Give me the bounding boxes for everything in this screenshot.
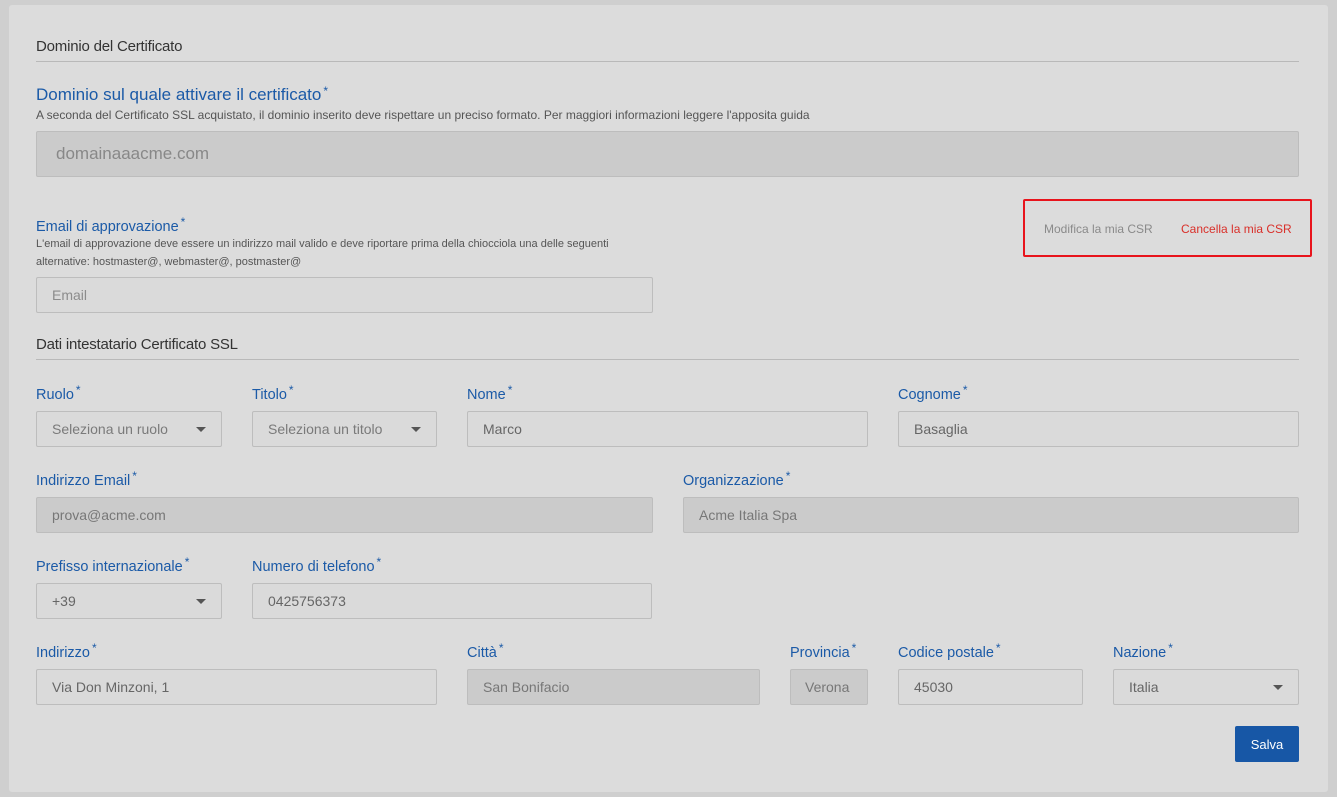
required-mark: * — [288, 383, 294, 397]
titolo-select-value: Seleziona un titolo — [268, 421, 383, 437]
csr-actions-box: Modifica la mia CSR Cancella la mia CSR — [1023, 199, 1312, 257]
required-mark: * — [785, 469, 791, 483]
save-button[interactable]: Salva — [1235, 726, 1299, 762]
indirizzo-input[interactable]: Via Don Minzoni, 1 — [36, 669, 437, 705]
nazione-label: Nazione * — [1113, 641, 1173, 661]
nome-input-value: Marco — [483, 421, 522, 437]
required-mark: * — [498, 641, 504, 655]
required-mark: * — [75, 383, 81, 397]
nazione-select[interactable]: Italia — [1113, 669, 1299, 705]
required-mark: * — [1168, 641, 1173, 655]
chevron-down-icon — [196, 427, 206, 432]
edit-csr-link[interactable]: Modifica la mia CSR — [1044, 222, 1153, 236]
telefono-input-value: 0425756373 — [268, 593, 346, 609]
approval-email-help-line: alternative: hostmaster@, webmaster@, po… — [36, 256, 302, 268]
ruolo-select-value: Seleziona un ruolo — [52, 421, 168, 437]
indirizzo-label: Indirizzo * — [36, 641, 97, 661]
organizzazione-label: Organizzazione * — [683, 469, 791, 489]
section-title-holder: Dati intestatario Certificato SSL — [36, 336, 238, 353]
approval-email-help: L'email di approvazione deve essere un i… — [36, 235, 736, 271]
chevron-down-icon — [196, 599, 206, 604]
organizzazione-value: Acme Italia Spa — [699, 507, 798, 523]
approval-email-input[interactable]: Email — [36, 277, 653, 313]
required-mark: * — [962, 383, 968, 397]
section-divider — [36, 61, 1299, 62]
citta-input-value: San Bonifacio — [483, 679, 570, 695]
nazione-select-value: Italia — [1129, 679, 1159, 695]
ruolo-label: Ruolo * — [36, 383, 81, 403]
cognome-input[interactable]: Basaglia — [898, 411, 1299, 447]
indirizzo-email-value: prova@acme.com — [52, 507, 166, 523]
section-divider — [36, 359, 1299, 360]
domain-input-value: domainaaacme.com — [56, 144, 210, 163]
domain-label: Dominio sul quale attivare il certificat… — [36, 84, 329, 104]
provincia-input-value: Verona — [805, 679, 850, 695]
domain-input[interactable]: domainaaacme.com — [36, 131, 1299, 177]
approval-email-label: Email di approvazione * — [36, 215, 186, 235]
indirizzo-email-label: Indirizzo Email * — [36, 469, 137, 489]
required-mark: * — [323, 84, 329, 98]
ruolo-select[interactable]: Seleziona un ruolo — [36, 411, 222, 447]
organizzazione-input[interactable]: Acme Italia Spa — [683, 497, 1299, 533]
indirizzo-input-value: Via Don Minzoni, 1 — [52, 679, 170, 695]
required-mark: * — [92, 641, 97, 655]
approval-email-help-line: L'email di approvazione deve essere un i… — [36, 238, 609, 250]
required-mark: * — [180, 215, 186, 229]
required-mark: * — [376, 555, 382, 569]
titolo-select[interactable]: Seleziona un titolo — [252, 411, 437, 447]
nome-input[interactable]: Marco — [467, 411, 868, 447]
required-mark: * — [184, 555, 190, 569]
required-mark: * — [851, 641, 857, 655]
approval-email-placeholder: Email — [52, 287, 88, 303]
cognome-input-value: Basaglia — [914, 421, 968, 437]
prefisso-select[interactable]: +39 — [36, 583, 222, 619]
provincia-label: Provincia * — [790, 641, 857, 661]
indirizzo-email-input[interactable]: prova@acme.com — [36, 497, 653, 533]
titolo-label: Titolo * — [252, 383, 294, 403]
section-title-domain: Dominio del Certificato — [36, 38, 183, 55]
provincia-input[interactable]: Verona — [790, 669, 868, 705]
telefono-input[interactable]: 0425756373 — [252, 583, 652, 619]
chevron-down-icon — [411, 427, 421, 432]
nome-label: Nome * — [467, 383, 513, 403]
citta-input[interactable]: San Bonifacio — [467, 669, 760, 705]
prefisso-label: Prefisso internazionale * — [36, 555, 190, 575]
delete-csr-link[interactable]: Cancella la mia CSR — [1181, 222, 1292, 236]
citta-label: Città * — [467, 641, 504, 661]
required-mark: * — [995, 641, 1001, 655]
cap-input-value: 45030 — [914, 679, 953, 695]
cognome-label: Cognome * — [898, 383, 968, 403]
domain-help-text: A seconda del Certificato SSL acquistato… — [36, 108, 810, 122]
required-mark: * — [132, 469, 137, 483]
required-mark: * — [507, 383, 513, 397]
chevron-down-icon — [1273, 685, 1283, 690]
cap-input[interactable]: 45030 — [898, 669, 1083, 705]
prefisso-select-value: +39 — [52, 593, 76, 609]
telefono-label: Numero di telefono * — [252, 555, 382, 575]
cap-label: Codice postale * — [898, 641, 1001, 661]
